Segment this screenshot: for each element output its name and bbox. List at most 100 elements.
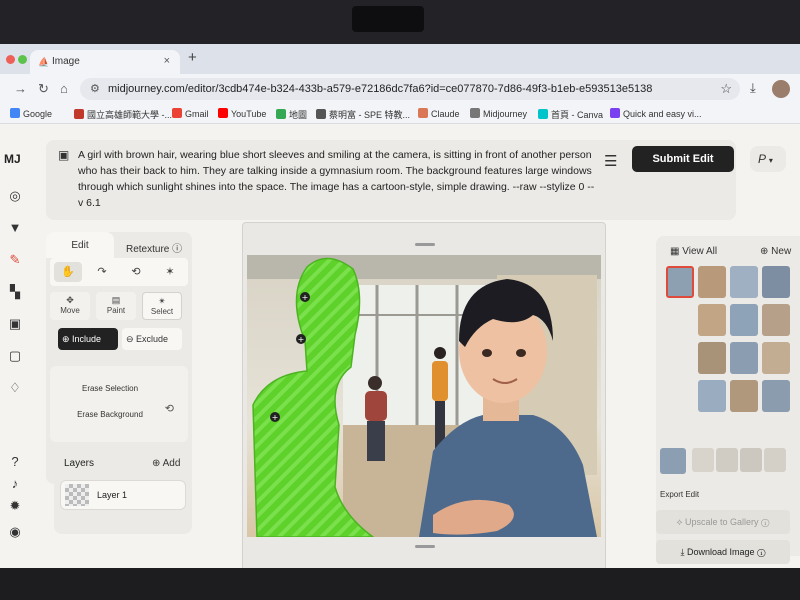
new-button[interactable]: ⊕ New (760, 246, 791, 257)
exclude-button[interactable]: Exclude (122, 328, 182, 350)
sparkle-icon[interactable]: ✶ (156, 262, 184, 282)
site-settings-icon[interactable]: ⚙ (90, 82, 100, 95)
canvas-frame[interactable]: + + + (242, 222, 606, 568)
home-icon[interactable]: ⌂ (60, 81, 68, 96)
notification-icon[interactable]: ♪ (7, 476, 23, 492)
organize-icon[interactable]: ▚ (7, 284, 23, 300)
select-button[interactable]: ✴ Select (142, 292, 182, 320)
image-prompt-icon[interactable]: ▣ (58, 148, 69, 162)
brush-icon[interactable]: ▼ (7, 220, 23, 236)
edit-icon[interactable]: ✎ (7, 252, 23, 268)
laptop-bezel-top (0, 0, 800, 44)
bookmark-star-icon[interactable]: ☆ (720, 81, 732, 97)
bookmark-youtube[interactable]: YouTube (218, 108, 266, 119)
thumbnail[interactable] (762, 304, 790, 336)
edit-canvas-image[interactable]: + + + (247, 255, 601, 537)
new-tab-icon[interactable]: + (188, 49, 197, 66)
resize-handle-bottom[interactable] (415, 545, 435, 548)
submit-edit-button[interactable]: Submit Edit (632, 146, 734, 172)
thumbnail[interactable] (730, 304, 758, 336)
include-button[interactable]: Include (58, 328, 118, 350)
thumbnail[interactable] (764, 448, 786, 472)
layer-row[interactable]: Layer 1 (60, 480, 186, 510)
hand-pan-icon[interactable]: ✋ (54, 262, 82, 282)
thumbnail[interactable] (762, 380, 790, 412)
help-icon[interactable]: ? (7, 454, 23, 470)
bookmark-nknu[interactable]: 國立高雄師範大學 -... (74, 108, 172, 121)
thumbnail[interactable] (740, 448, 762, 472)
bookmark-quick[interactable]: Quick and easy vi... (610, 108, 702, 119)
info-icon: ⓘ (172, 244, 183, 255)
download-image-button[interactable]: ⤓ Download Image ⓘ (656, 540, 790, 564)
laptop-bezel-bottom (0, 568, 800, 600)
thumbnail[interactable] (730, 342, 758, 374)
add-layer-button[interactable]: ⊕ Add (152, 458, 180, 469)
thumbnail[interactable] (698, 304, 726, 336)
maximize-window-button[interactable] (18, 55, 27, 64)
bookmark-claude[interactable]: Claude (418, 108, 460, 119)
browser-tab[interactable]: ⛵ Image × (30, 50, 180, 74)
browser-profile-avatar[interactable] (772, 80, 790, 98)
settings-icon[interactable]: ✹ (7, 498, 23, 514)
refresh-icon[interactable]: ⟲ (165, 402, 174, 415)
thumbnail-selected[interactable] (666, 266, 694, 298)
bookmark-spe[interactable]: 蔡明富 - SPE 特教... (316, 108, 410, 121)
image-icon[interactable]: ▣ (7, 316, 23, 332)
move-icon: ✥ (66, 295, 74, 305)
gmail-icon (172, 108, 182, 118)
thumbnail[interactable] (698, 342, 726, 374)
tab-title: Image (52, 56, 80, 67)
reload-icon[interactable]: ↻ (38, 81, 49, 97)
forward-icon[interactable]: → (14, 81, 27, 96)
explore-icon[interactable]: ◎ (7, 188, 23, 204)
grid-icon: ▦ (670, 246, 680, 257)
view-all-button[interactable]: ▦ View All (670, 246, 717, 257)
prompt-box[interactable]: ▣ A girl with brown hair, wearing blue s… (46, 140, 736, 220)
chevron-down-icon: ▾ (768, 156, 773, 165)
export-edit-label: Export Edit (660, 490, 700, 499)
bookmark-gmail[interactable]: Gmail (172, 108, 209, 119)
bookmark-maps[interactable]: 地圖 (276, 108, 307, 121)
thumbnail[interactable] (762, 266, 790, 298)
prompt-text[interactable]: A girl with brown hair, wearing blue sho… (78, 147, 598, 211)
thumbnail[interactable] (762, 342, 790, 374)
settings-sliders-icon[interactable]: ☰ (604, 152, 617, 170)
thumbnail[interactable] (660, 448, 686, 474)
thumbnail[interactable] (730, 380, 758, 412)
mode-row: ✥ Move ▤ Paint ✴ Select (50, 292, 188, 320)
thumbnail[interactable] (698, 380, 726, 412)
bookmark-midjourney[interactable]: Midjourney (470, 108, 527, 119)
info-icon: ⓘ (757, 547, 766, 557)
close-window-button[interactable] (6, 55, 15, 64)
thumbnail[interactable] (698, 266, 726, 298)
reset-icon[interactable]: ⟲ (122, 262, 150, 282)
bookmark-google[interactable]: Google (10, 108, 52, 119)
paint-button[interactable]: ▤ Paint (96, 292, 136, 320)
thumbnail[interactable] (692, 448, 714, 472)
chat-icon[interactable]: ▢ (7, 348, 23, 364)
erase-background-button[interactable]: Erase Background (58, 410, 162, 419)
layers-title: Layers (64, 458, 95, 469)
tab-retexture[interactable]: Retexture ⓘ (126, 240, 182, 255)
thumbnail[interactable] (716, 448, 738, 472)
google-icon (10, 108, 20, 118)
upscale-to-gallery-button[interactable]: ⟡ Upscale to Gallery ⓘ (656, 510, 790, 534)
account-icon[interactable]: ◉ (7, 524, 23, 540)
profile-dropdown[interactable]: P ▾ (750, 146, 786, 172)
erase-box: Erase Selection Erase Background ⟲ (50, 366, 188, 442)
mj-logo[interactable]: MJ (4, 152, 21, 166)
like-icon[interactable]: ♢ (7, 380, 23, 396)
tab-edit[interactable]: Edit (46, 232, 114, 258)
globe-icon (316, 109, 326, 119)
thumbnail[interactable] (730, 266, 758, 298)
close-tab-icon[interactable]: × (164, 55, 170, 67)
bookmark-canva[interactable]: 首頁 - Canva (538, 108, 603, 121)
thumbnail-strip (660, 448, 796, 476)
resize-handle-top[interactable] (415, 243, 435, 246)
redo-icon[interactable]: ↷ (88, 262, 116, 282)
address-bar[interactable]: ⚙ midjourney.com/editor/3cdb474e-b324-43… (80, 78, 740, 100)
download-icon[interactable]: ⤓ (750, 80, 756, 96)
svg-text:+: + (272, 413, 279, 422)
erase-selection-button[interactable]: Erase Selection (58, 384, 162, 393)
move-button[interactable]: ✥ Move (50, 292, 90, 320)
